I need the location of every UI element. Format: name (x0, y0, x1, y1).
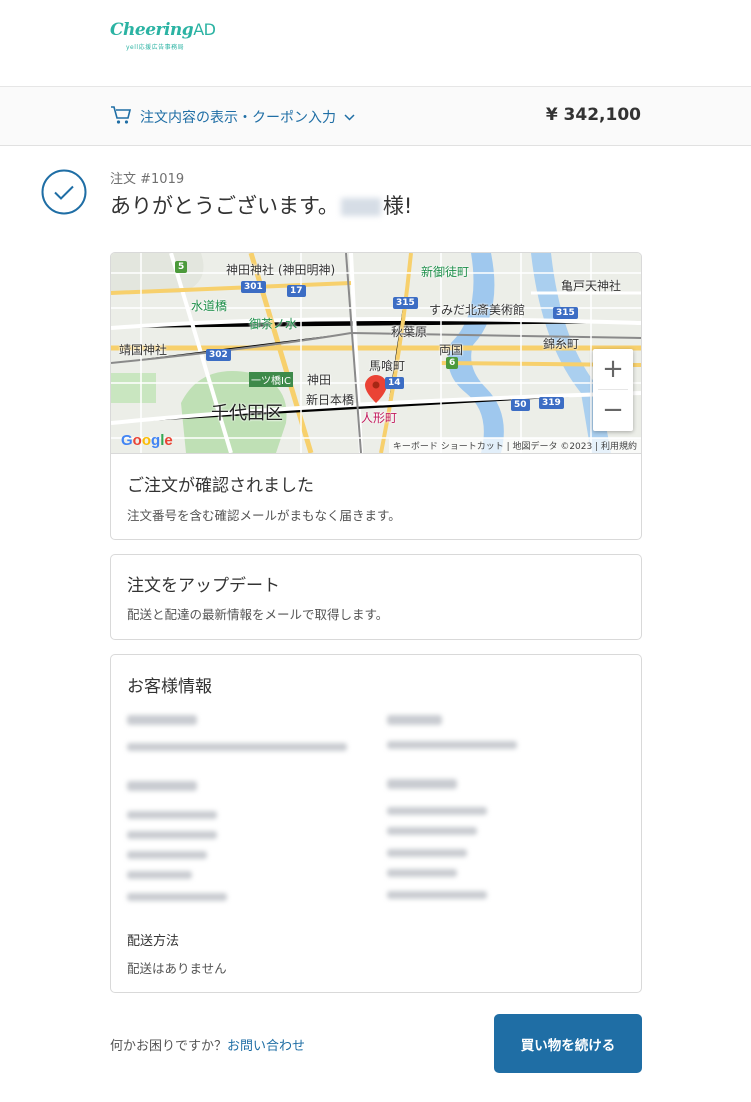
redacted-text (387, 715, 442, 725)
logo-wordmark: CheeringAD (110, 20, 216, 40)
site-header: CheeringAD yell応援広告事務局 (0, 0, 751, 87)
map-label: 神田 (307, 373, 332, 387)
continue-shopping-button[interactable]: 買い物を続ける (494, 1014, 642, 1073)
cart-icon (110, 105, 132, 129)
redacted-text (387, 891, 487, 899)
delivery-map[interactable]: 神田神社 (神田明神) 新御徒町 亀戸天神社 水道橋 すみだ北斎美術館 御茶ノ水… (111, 253, 641, 454)
map-label: 一ツ橋IC (249, 372, 293, 387)
redacted-text (387, 741, 517, 749)
redacted-text (387, 807, 487, 815)
route-shield: 302 (206, 349, 231, 361)
route-shield: 17 (287, 285, 306, 297)
redacted-text (127, 811, 217, 819)
route-shield: 50 (511, 399, 530, 411)
zoom-in-button[interactable]: + (593, 349, 633, 389)
map-label: 新御徒町 (421, 265, 470, 279)
order-summary-bar: 注文内容の表示・クーポン入力 ¥ 342,100 (0, 87, 751, 146)
route-shield: 14 (385, 377, 404, 389)
help-text: 何かお困りですか？お問い合わせ (110, 1039, 306, 1054)
redacted-text (387, 849, 467, 857)
redacted-text (127, 715, 197, 725)
map-label: 錦糸町 (543, 337, 580, 351)
map-zoom-control: + − (593, 349, 633, 431)
shipping-method-value: 配送はありません (127, 961, 227, 976)
redacted-text (387, 827, 477, 835)
redacted-text (127, 781, 197, 791)
route-shield: 301 (241, 281, 266, 293)
customer-info-card: お客様情報 配送方法 配送はありません (110, 654, 642, 993)
map-label: 秋葉原 (391, 325, 428, 339)
map-label: 人形町 (361, 411, 398, 425)
redacted-text (127, 831, 217, 839)
redacted-text (127, 851, 207, 859)
google-logo[interactable]: Google (121, 432, 173, 449)
map-label: 馬喰町 (369, 359, 406, 373)
order-updates-title: 注文をアップデート (127, 576, 280, 596)
customer-info-title: お客様情報 (127, 677, 212, 697)
store-logo[interactable]: CheeringAD yell応援広告事務局 (110, 20, 216, 51)
thank-you-heading: ありがとうございます。 様! (110, 194, 413, 218)
order-confirmed-card: 神田神社 (神田明神) 新御徒町 亀戸天神社 水道橋 すみだ北斎美術館 御茶ノ水… (110, 252, 642, 540)
logo-subtitle: yell応援広告事務局 (126, 44, 185, 51)
route-shield: 5 (175, 261, 188, 273)
redacted-text (127, 743, 347, 751)
order-confirmed-title: ご注文が確認されました (127, 476, 314, 496)
route-shield: 315 (393, 297, 418, 309)
redacted-text (127, 871, 192, 879)
order-total: ¥ 342,100 (545, 105, 641, 125)
checkmark-circle-icon (41, 169, 87, 215)
route-shield: 319 (539, 397, 564, 409)
zoom-out-button[interactable]: − (593, 390, 633, 430)
map-label: 靖国神社 (119, 343, 168, 357)
redacted-text (387, 779, 457, 789)
order-confirmed-text: 注文番号を含む確認メールがまもなく届きます。 (127, 508, 401, 523)
route-shield: 6 (446, 357, 459, 369)
map-label: すみだ北斎美術館 (429, 303, 526, 317)
map-label: 亀戸天神社 (561, 279, 622, 293)
shipping-method-label: 配送方法 (127, 934, 180, 949)
chevron-down-icon (344, 109, 355, 125)
order-updates-card: 注文をアップデート 配送と配達の最新情報をメールで取得します。 (110, 554, 642, 640)
customer-name-redacted (340, 198, 381, 216)
map-label: 千代田区 (211, 403, 283, 424)
map-label: 水道橋 (191, 299, 228, 313)
map-label: 両国 (439, 343, 464, 357)
redacted-text (127, 893, 227, 901)
map-label: 御茶ノ水 (249, 317, 298, 331)
order-summary-toggle[interactable]: 注文内容の表示・クーポン入力 (110, 105, 355, 129)
map-label: 神田神社 (神田明神) (226, 263, 336, 277)
order-updates-text: 配送と配達の最新情報をメールで取得します。 (127, 607, 389, 622)
map-attribution[interactable]: キーボード ショートカット | 地図データ ©2023 | 利用規約 (388, 438, 641, 453)
order-summary-label: 注文内容の表示・クーポン入力 (140, 110, 336, 126)
route-shield: 315 (553, 307, 578, 319)
redacted-text (387, 869, 457, 877)
map-label: 新日本橋 (306, 393, 355, 407)
order-number: 注文 #1019 (110, 172, 185, 187)
contact-link[interactable]: お問い合わせ (227, 1039, 305, 1054)
